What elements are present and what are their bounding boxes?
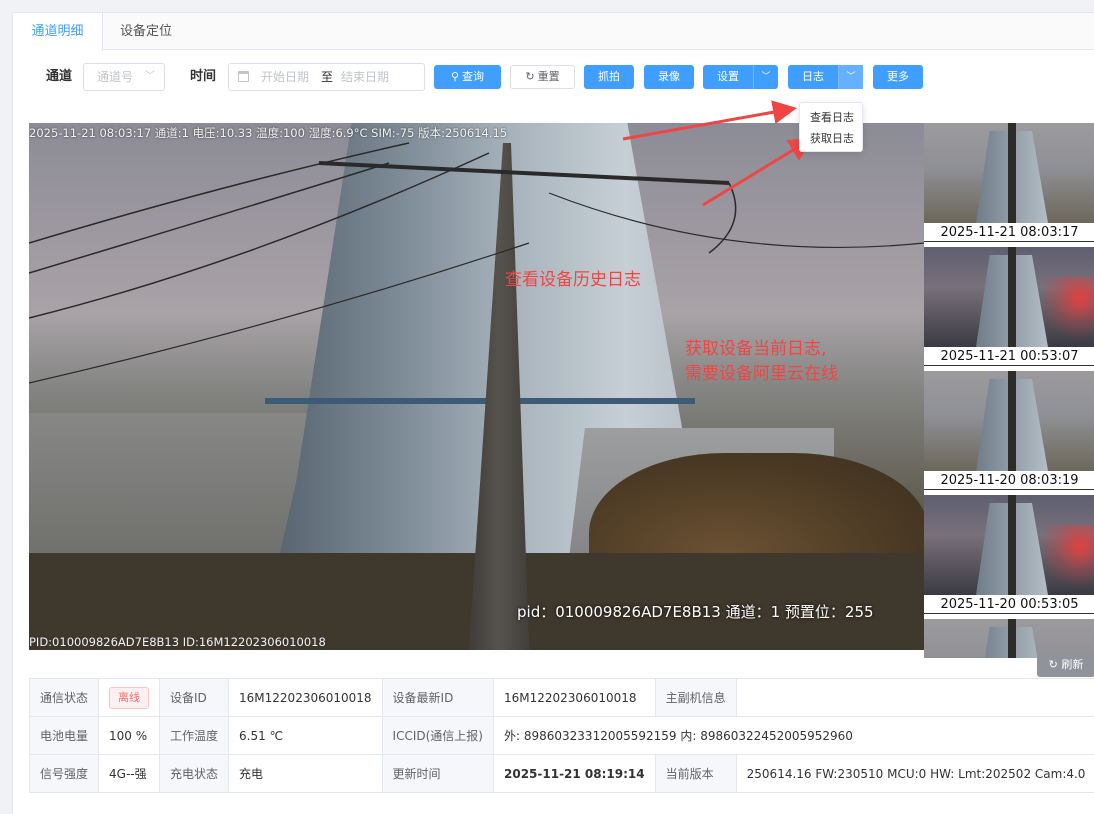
battery-value: 100 % (98, 716, 161, 755)
thumbnail-item[interactable]: 2025-11-21 00:53:07 (924, 247, 1094, 371)
version-label: 当前版本 (654, 754, 737, 793)
signal-label: 信号强度 (28, 754, 100, 793)
settings-dropdown-icon[interactable]: ﹀ (753, 65, 778, 89)
tab-device-location[interactable]: 设备定位 (103, 13, 189, 50)
reset-button[interactable]: ↻ 重置 (510, 65, 575, 89)
iccid-label: ICCID(通信上报) (381, 716, 495, 755)
start-date-input[interactable]: 开始日期 (261, 64, 309, 90)
annotation-view-log: 查看设备历史日志 (505, 270, 641, 290)
log-button[interactable]: 日志 (788, 65, 838, 89)
thumbnail-item[interactable]: 2025-11-20 00:53:05 (924, 495, 1094, 619)
device-id-value: 16M12202306010018 (228, 678, 383, 717)
thumbnail-image (924, 371, 1094, 471)
camera-snapshot[interactable]: 2025-11-21 08:03:17 通道:1 电压:10.33 温度:100… (29, 123, 924, 650)
thumbnail-image (924, 495, 1094, 595)
record-button[interactable]: 录像 (644, 65, 694, 89)
osd-status-line: 2025-11-21 08:03:17 通道:1 电压:10.33 温度:100… (29, 126, 508, 140)
query-button[interactable]: ⚲ 查询 (434, 65, 501, 89)
iccid-value: 外: 89860323312005592159 内: 8986032245200… (492, 716, 1094, 755)
tab-bar: 通道明细 设备定位 (13, 13, 1094, 51)
update-time-value: 2025-11-21 08:19:14 (493, 754, 656, 793)
channel-detail-panel: 通道明细 设备定位 通道 通道号 ﹀ 时间 开始日期 至 结束日期 ⚲ 查询 ↻ 重… (12, 12, 1094, 814)
calendar-icon (238, 71, 249, 82)
refresh-icon: ↻ (1048, 658, 1062, 671)
capture-button[interactable]: 抓拍 (584, 65, 634, 89)
refresh-icon: ↻ (525, 70, 535, 83)
temp-value: 6.51 ℃ (228, 716, 383, 755)
table-row: 通信状态 离线 设备ID 16M12202306010018 设备最新ID 16… (28, 678, 1094, 717)
annotation-get-log-line2: 需要设备阿里云在线 (685, 364, 838, 384)
settings-button[interactable]: 设置 (703, 65, 753, 89)
comm-status-label: 通信状态 (28, 678, 100, 717)
latest-id-value: 16M12202306010018 (493, 678, 656, 717)
annotation-get-log-line1: 获取设备当前日志, (685, 339, 827, 359)
battery-label: 电池电量 (28, 716, 100, 755)
thumbnail-time: 2025-11-21 00:53:07 (924, 347, 1094, 366)
more-button[interactable]: 更多 (873, 65, 923, 89)
menu-item-view-log[interactable]: 查看日志 (800, 107, 864, 128)
query-label: 查询 (462, 70, 485, 83)
osd-pid-line: pid：010009826AD7E8B13 通道：1 预置位：255 (517, 603, 874, 621)
thumbnail-item[interactable]: 2025-11-21 08:03:17 (924, 123, 1094, 247)
log-split-button: 日志 ﹀ (788, 65, 863, 89)
host-info-label: 主副机信息 (654, 678, 737, 717)
update-time-label: 更新时间 (381, 754, 495, 793)
thumbnail-time: 2025-11-20 08:03:19 (924, 471, 1094, 490)
charge-label: 充电状态 (159, 754, 230, 793)
search-icon: ⚲ (450, 70, 460, 83)
table-row: 信号强度 4G--强 充电状态 充电 更新时间 2025-11-21 08:19… (28, 754, 1094, 793)
tab-channel-detail[interactable]: 通道明细 (13, 13, 103, 51)
thumbnail-time: 2025-11-20 00:53:05 (924, 595, 1094, 614)
refresh-label: 刷新 (1061, 658, 1084, 671)
device-info-table: 通信状态 离线 设备ID 16M12202306010018 设备最新ID 16… (28, 678, 1094, 793)
channel-placeholder: 通道号 (97, 70, 134, 84)
settings-split-button: 设置 ﹀ (703, 65, 778, 89)
chevron-down-icon: ﹀ (145, 71, 155, 82)
time-label: 时间 (190, 69, 217, 84)
annotation-get-log: 获取设备当前日志, 需要设备阿里云在线 (685, 337, 838, 387)
thumbnail-item[interactable]: 2025-11-20 08:03:19 (924, 371, 1094, 495)
temp-label: 工作温度 (159, 716, 230, 755)
table-row: 电池电量 100 % 工作温度 6.51 ℃ ICCID(通信上报) 外: 89… (28, 716, 1094, 755)
end-date-input[interactable]: 结束日期 (341, 64, 389, 90)
channel-select[interactable]: 通道号 ﹀ (83, 63, 165, 91)
thumbnail-image (924, 123, 1094, 223)
refresh-button[interactable]: ↻ 刷新 (1037, 653, 1094, 677)
host-info-value (735, 678, 1094, 717)
version-value: 250614.16 FW:230510 MCU:0 HW: Lmt:202502… (735, 754, 1094, 793)
latest-id-label: 设备最新ID (381, 678, 495, 717)
signal-value: 4G--强 (98, 754, 161, 793)
log-dropdown-icon[interactable]: ﹀ (838, 65, 863, 89)
date-range-picker[interactable]: 开始日期 至 结束日期 (228, 63, 425, 91)
osd-device-line: PID:010009826AD7E8B13 ID:16M122023060100… (29, 635, 326, 649)
status-badge: 离线 (109, 686, 150, 709)
log-dropdown-menu: 查看日志 获取日志 (799, 102, 863, 152)
thumbnail-time: 2025-11-21 08:03:17 (924, 223, 1094, 242)
range-separator: 至 (321, 70, 334, 84)
menu-item-get-log[interactable]: 获取日志 (800, 128, 864, 149)
reset-label: 重置 (537, 70, 560, 83)
charge-value: 充电 (228, 754, 383, 793)
comm-status-cell: 离线 (98, 678, 161, 717)
snapshot-thumbnails: 2025-11-21 08:03:17 2025-11-21 00:53:07 … (924, 123, 1094, 658)
thumbnail-image (924, 247, 1094, 347)
device-id-label: 设备ID (159, 678, 230, 717)
channel-label: 通道 (46, 69, 73, 84)
